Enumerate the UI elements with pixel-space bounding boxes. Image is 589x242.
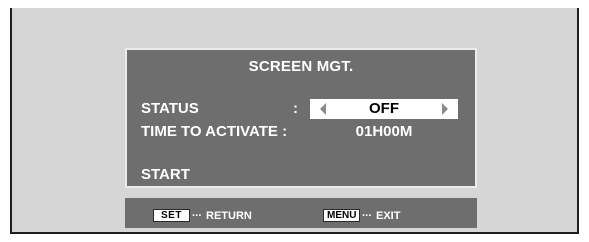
key-hint-bar: SET ··· RETURN MENU ··· EXIT (125, 198, 477, 228)
status-selector[interactable]: OFF (310, 99, 458, 119)
status-value: OFF (369, 100, 399, 117)
set-hint-dots: ··· (192, 210, 202, 222)
exit-hint: EXIT (376, 210, 401, 222)
time-to-activate-label[interactable]: TIME TO ACTIVATE : (141, 123, 287, 140)
return-hint: RETURN (206, 210, 252, 222)
time-to-activate-value[interactable]: 01H00M (310, 123, 458, 140)
tv-screen: SCREEN MGT. STATUS : OFF TIME TO ACTIVAT… (10, 8, 579, 234)
screen-mgt-menu: SCREEN MGT. STATUS : OFF TIME TO ACTIVAT… (125, 48, 477, 188)
menu-hint-dots: ··· (362, 210, 372, 222)
status-separator: : (293, 100, 298, 117)
menu-key-badge: MENU (323, 209, 361, 222)
start-item[interactable]: START (141, 166, 190, 183)
set-key-badge: SET (153, 209, 190, 222)
arrow-right-icon[interactable] (442, 103, 448, 115)
menu-title: SCREEN MGT. (248, 58, 354, 75)
status-label[interactable]: STATUS (141, 100, 199, 117)
